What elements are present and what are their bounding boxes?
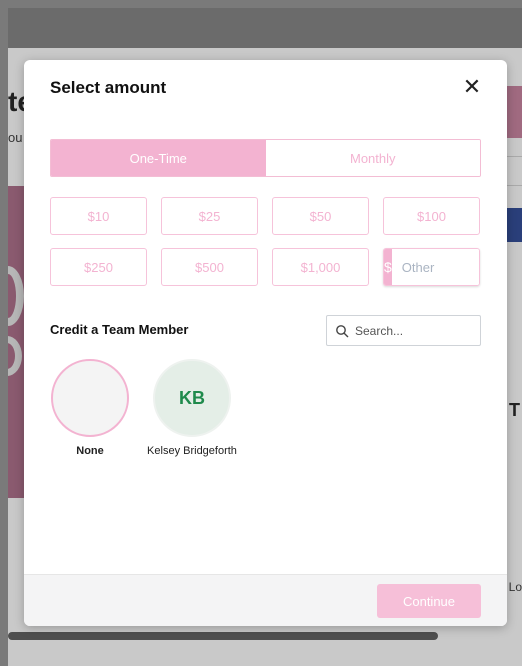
modal-footer: Continue [24,574,507,626]
amount-button-1000[interactable]: $1,000 [272,248,369,286]
amount-button-25[interactable]: $25 [161,197,258,235]
dollar-prefix: $ [384,249,392,285]
credit-team-member-label: Credit a Team Member [50,322,189,337]
close-icon[interactable]: ✕ [461,76,483,98]
amount-button-10[interactable]: $10 [50,197,147,235]
member-option-kelsey-bridgeforth[interactable]: KB Kelsey Bridgeforth [147,359,237,458]
modal-title: Select amount [50,78,167,97]
amount-button-100[interactable]: $100 [383,197,480,235]
member-search-box [326,315,481,346]
background-decor [8,336,22,376]
avatar [51,359,129,437]
member-name: None [76,445,104,457]
member-search-input[interactable] [355,323,475,338]
frequency-toggle: One-Time Monthly [50,139,481,177]
member-option-none[interactable]: None [50,359,130,458]
modal-header: Select amount ✕ [24,60,507,116]
select-amount-modal: Select amount ✕ One-Time Monthly $10 $25… [24,60,507,626]
continue-button[interactable]: Continue [377,584,481,618]
tab-one-time[interactable]: One-Time [51,140,266,176]
tab-monthly[interactable]: Monthly [265,140,480,176]
amount-button-250[interactable]: $250 [50,248,147,286]
other-amount-field: $ [383,248,480,286]
amount-button-50[interactable]: $50 [272,197,369,235]
background-heading-right: T [509,400,520,420]
search-icon [336,324,349,337]
background-subtext: ou [8,130,23,145]
background-header [8,8,522,48]
other-amount-input[interactable] [391,249,479,285]
horizontal-scrollbar[interactable] [8,632,438,640]
avatar: KB [153,359,231,437]
background-text-right: Lo [508,580,522,594]
amount-options: $10 $25 $50 $100 $250 $500 $1,000 $ [50,197,482,286]
member-name: Kelsey Bridgeforth [147,445,237,457]
background-decor [8,266,24,326]
amount-button-500[interactable]: $500 [161,248,258,286]
